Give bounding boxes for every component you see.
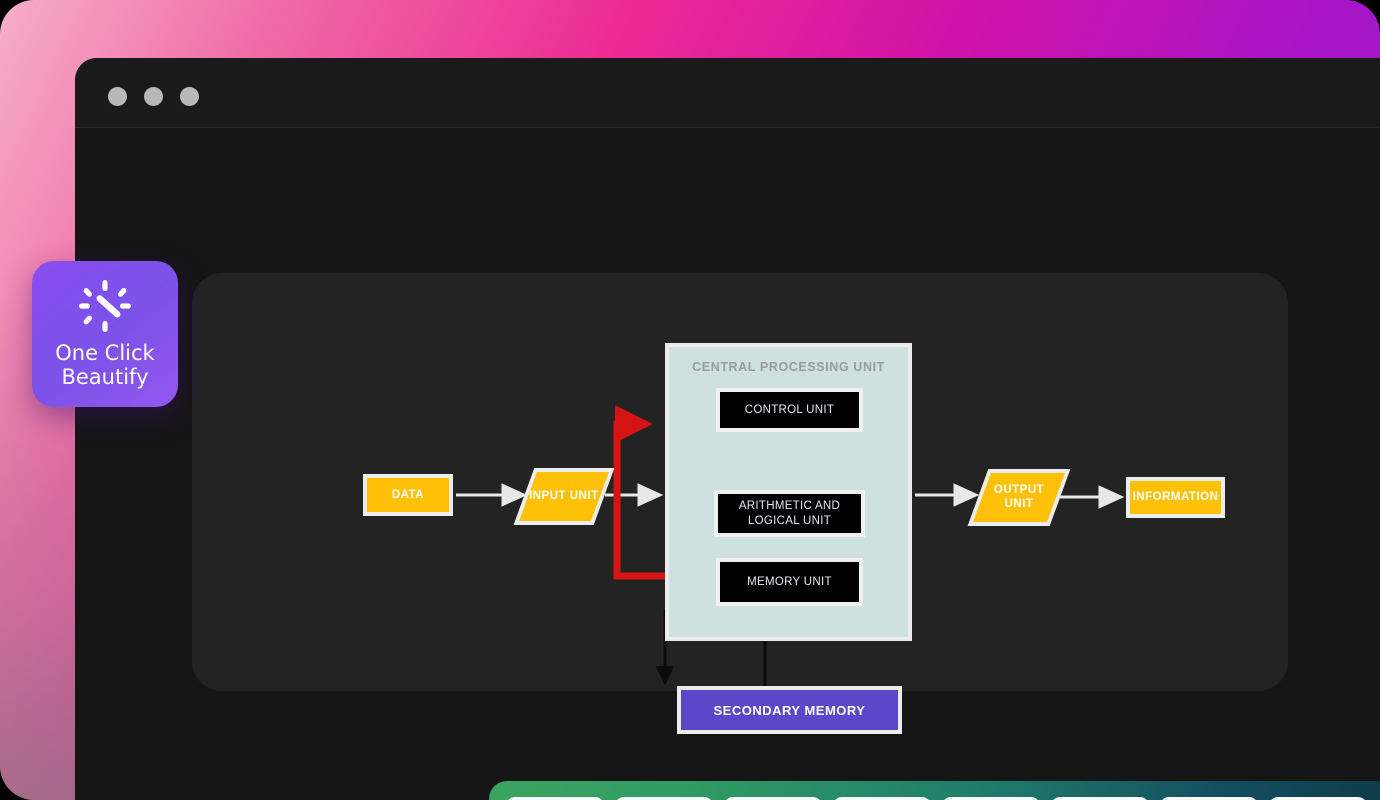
window-titlebar	[75, 58, 1380, 128]
editor-canvas[interactable]: DATA INPUT UNIT CENTRAL PROCESSING UNIT …	[75, 129, 1380, 800]
screenshot-stage: DATA INPUT UNIT CENTRAL PROCESSING UNIT …	[0, 0, 1380, 800]
node-output-unit-label: OUTPUT UNIT	[993, 484, 1045, 511]
node-input-unit-label: INPUT UNIT	[529, 490, 599, 503]
diagram-panel[interactable]: DATA INPUT UNIT CENTRAL PROCESSING UNIT …	[192, 273, 1288, 734]
node-secondary-memory[interactable]: SECONDARY MEMORY	[677, 686, 902, 734]
sparkle-wand-icon	[79, 280, 131, 333]
node-control-unit[interactable]: CONTROL UNIT	[716, 388, 863, 432]
node-information[interactable]: INFORMATION	[1126, 477, 1225, 518]
maximize-button[interactable]	[180, 87, 199, 106]
node-information-label: INFORMATION	[1132, 491, 1219, 504]
minimize-button[interactable]	[144, 87, 163, 106]
beautify-label: One Click Beautify	[55, 342, 154, 389]
one-click-beautify-button[interactable]: One Click Beautify	[32, 261, 178, 407]
beautify-label-line1: One Click	[55, 341, 155, 366]
node-data[interactable]: DATA	[363, 474, 453, 516]
node-memory-unit[interactable]: MEMORY UNIT	[716, 558, 863, 606]
node-secondary-memory-label: SECONDARY MEMORY	[713, 702, 866, 718]
node-input-unit[interactable]: INPUT UNIT	[513, 468, 615, 525]
node-alu-label-line1: ARITHMETIC AND	[738, 499, 841, 512]
beautify-label-line2: Beautify	[61, 365, 149, 389]
node-output-unit[interactable]: OUTPUT UNIT	[967, 469, 1071, 526]
node-memory-unit-label: MEMORY UNIT	[747, 575, 832, 588]
theme-selector-strip[interactable]	[489, 781, 1380, 800]
node-alu[interactable]: ARITHMETIC AND LOGICAL UNIT	[714, 490, 865, 537]
node-control-unit-label: CONTROL UNIT	[744, 403, 835, 416]
close-button[interactable]	[108, 87, 127, 106]
cpu-title: CENTRAL PROCESSING UNIT	[692, 360, 885, 374]
node-data-label: DATA	[391, 488, 425, 501]
traffic-light-group	[108, 87, 199, 106]
app-window: DATA INPUT UNIT CENTRAL PROCESSING UNIT …	[75, 58, 1380, 800]
edge-memory-to-control	[613, 405, 669, 580]
node-alu-label-line2: LOGICAL UNIT	[747, 514, 832, 527]
